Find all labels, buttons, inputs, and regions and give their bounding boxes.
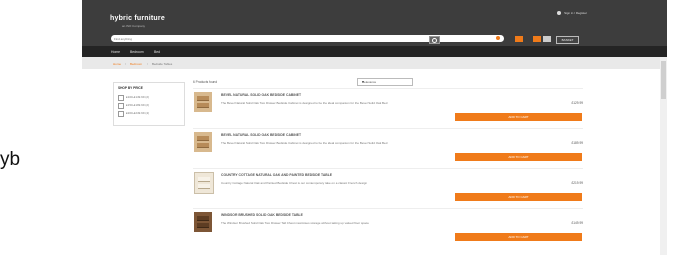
product-title[interactable]: WINDSOR BRUSHED SOLID OAK BEDSIDE TABLE: [221, 213, 303, 217]
price-checkbox[interactable]: [118, 111, 124, 117]
price-option-label: £100-£149.99 (2): [126, 95, 150, 99]
clear-icon[interactable]: [496, 36, 500, 40]
product-description: Country Cottage Natural Oak and Painted …: [221, 181, 368, 185]
stray-text: yb: [0, 149, 21, 170]
product-item: WINDSOR BRUSHED SOLID OAK BEDSIDE TABLE …: [193, 208, 583, 251]
main-nav: Home Bedroom Bed: [82, 46, 667, 57]
nav-item-bedroom[interactable]: Bedroom: [130, 50, 144, 54]
breadcrumb-separator: /: [147, 62, 148, 66]
signin-link[interactable]: Sign in / Register: [557, 11, 587, 16]
add-to-cart-button[interactable]: ADD TO CART: [455, 193, 582, 201]
product-title[interactable]: BEVEL NATURAL SOLID OAK BEDSIDE CABINET: [221, 93, 301, 97]
page-scrollbar[interactable]: [660, 57, 667, 255]
breadcrumb: Home / Bedroom / Bedside Tables: [82, 57, 667, 69]
basket-button[interactable]: BASKET: [556, 36, 579, 44]
product-image[interactable]: [194, 132, 212, 152]
wishlist-button[interactable]: [515, 36, 523, 42]
product-image[interactable]: [194, 172, 214, 194]
product-title[interactable]: COUNTRY COTTAGE NATURAL OAK AND PAINTED …: [221, 173, 332, 177]
search-bar[interactable]: [111, 35, 504, 42]
product-description: The Bevel Natural Solid Oak Two Drawer B…: [221, 101, 388, 105]
product-price: £219.99: [571, 181, 583, 185]
search-icon: [432, 38, 437, 43]
breadcrumb-current: Bedside Tables: [152, 62, 173, 66]
product-description: The Bevel Natural Solid Oak Two Drawer B…: [221, 141, 388, 145]
product-image[interactable]: [194, 212, 212, 232]
product-image[interactable]: [194, 92, 212, 112]
price-option-label: £200-£249.99 (4): [126, 111, 150, 115]
drawer-shape: [197, 216, 209, 221]
product-count: 6 Products found: [193, 80, 218, 84]
add-to-cart-button[interactable]: ADD TO CART: [455, 153, 582, 161]
drawer-shape: [197, 103, 209, 108]
compare-button[interactable]: [543, 36, 551, 42]
product-item: BEVEL NATURAL SOLID OAK BEDSIDE CABINET …: [193, 88, 583, 131]
breadcrumb-separator: /: [125, 62, 126, 66]
drawer-shape: [197, 96, 209, 101]
user-icon: [557, 11, 562, 16]
price-checkbox[interactable]: [118, 95, 124, 101]
nav-item-bed[interactable]: Bed: [154, 50, 160, 54]
drawer-shape: [197, 143, 209, 148]
price-option-label: £150-£199.99 (2): [126, 103, 150, 107]
site-logo[interactable]: hybric furniture: [110, 15, 165, 22]
price-filter: SHOP BY PRICE £100-£149.99 (2) £150-£199…: [113, 82, 185, 126]
signin-label: Sign in / Register: [564, 11, 587, 15]
product-price: £189.99: [571, 141, 583, 145]
drawer-shape: [198, 184, 210, 189]
filter-title: SHOP BY PRICE: [118, 86, 143, 90]
price-checkbox[interactable]: [118, 103, 124, 109]
product-description: The Windsor Brushed Solid Oak Two Drawer…: [221, 221, 369, 225]
add-to-cart-button[interactable]: ADD TO CART: [455, 233, 582, 241]
drawer-shape: [198, 177, 210, 182]
breadcrumb-home[interactable]: Home: [113, 62, 121, 66]
search-input[interactable]: [114, 36, 444, 41]
drawer-shape: [197, 223, 209, 228]
product-item: BEVEL NATURAL SOLID OAK BEDSIDE CABINET …: [193, 128, 583, 171]
chevron-down-icon: ▾: [362, 79, 365, 84]
scrollbar-thumb[interactable]: [661, 61, 666, 99]
nav-item-home[interactable]: Home: [111, 50, 120, 54]
product-price: £129.99: [571, 101, 583, 105]
product-item: COUNTRY COTTAGE NATURAL OAK AND PAINTED …: [193, 168, 583, 211]
sort-select[interactable]: Relevance ▾: [357, 78, 413, 86]
account-button[interactable]: [533, 36, 541, 42]
search-button[interactable]: [429, 36, 440, 44]
product-price: £149.99: [571, 221, 583, 225]
breadcrumb-bedroom[interactable]: Bedroom: [130, 62, 142, 66]
product-title[interactable]: BEVEL NATURAL SOLID OAK BEDSIDE CABINET: [221, 133, 301, 137]
drawer-shape: [197, 136, 209, 141]
web-page: hybric furniture an ISO Company Sign in …: [82, 0, 667, 255]
site-header: hybric furniture an ISO Company Sign in …: [82, 0, 667, 46]
logo-subtitle: an ISO Company: [122, 24, 146, 28]
add-to-cart-button[interactable]: ADD TO CART: [455, 113, 582, 121]
